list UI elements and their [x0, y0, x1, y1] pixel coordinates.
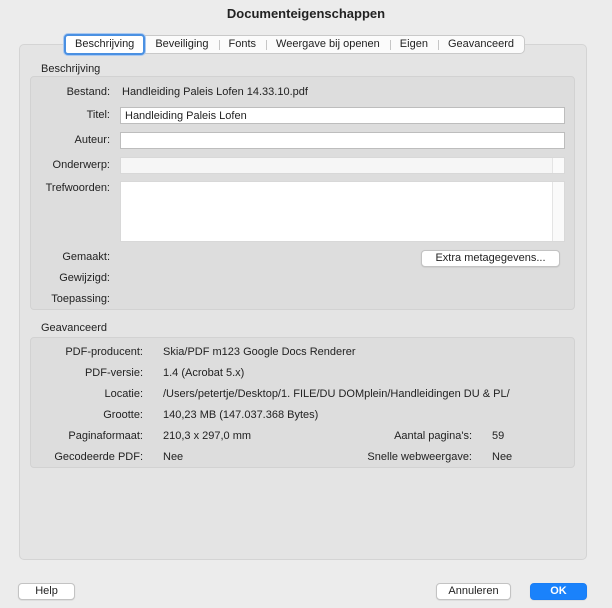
location-value: /Users/petertje/Desktop/1. FILE/DU DOMpl… — [163, 388, 510, 400]
page-count-label: Aantal pagina's: — [394, 430, 472, 442]
advanced-section-title: Geavanceerd — [41, 322, 108, 334]
extra-metadata-button[interactable]: Extra metagegevens... — [421, 250, 560, 267]
size-value: 140,23 MB (147.037.368 Bytes) — [163, 409, 319, 421]
tab-geavanceerd[interactable]: Geavanceerd — [437, 36, 524, 53]
subject-label: Onderwerp: — [52, 159, 110, 171]
page-format-value: 210,3 x 297,0 mm — [163, 430, 252, 442]
title-field[interactable] — [120, 107, 565, 124]
ok-button[interactable]: OK — [530, 583, 587, 600]
version-label: PDF-versie: — [84, 367, 143, 379]
file-value: Handleiding Paleis Lofen 14.33.10.pdf — [122, 86, 308, 98]
fast-web-view-label: Snelle webweergave: — [367, 451, 472, 463]
producer-value: Skia/PDF m123 Google Docs Renderer — [163, 346, 356, 358]
tab-eigen[interactable]: Eigen — [389, 36, 438, 53]
subject-scrollbar[interactable] — [552, 158, 564, 173]
tab-weergave-bij-openen[interactable]: Weergave bij openen — [266, 36, 390, 53]
keywords-textarea[interactable] — [120, 181, 565, 242]
help-button[interactable]: Help — [18, 583, 75, 600]
modified-label: Gewijzigd: — [59, 272, 110, 284]
subject-field[interactable] — [120, 157, 565, 174]
description-section-title: Beschrijving — [41, 63, 101, 75]
page-count-value: 59 — [492, 430, 505, 442]
file-label: Bestand: — [66, 86, 110, 98]
tab-beschrijving[interactable]: Beschrijving — [64, 34, 146, 55]
author-label: Auteur: — [74, 134, 110, 146]
tagged-pdf-label: Gecodeerde PDF: — [54, 451, 143, 463]
tab-fonts[interactable]: Fonts — [218, 36, 267, 53]
author-field[interactable] — [120, 132, 565, 149]
fast-web-view-value: Nee — [492, 451, 513, 463]
tab-bar: Beschrijving Beveiliging Fonts Weergave … — [64, 34, 525, 55]
size-label: Grootte: — [103, 409, 143, 421]
title-label: Titel: — [86, 109, 110, 121]
tab-beveiliging[interactable]: Beveiliging — [145, 36, 218, 53]
tagged-pdf-value: Nee — [163, 451, 184, 463]
application-label: Toepassing: — [51, 293, 110, 305]
created-label: Gemaakt: — [62, 251, 110, 263]
location-label: Locatie: — [104, 388, 143, 400]
page-format-label: Paginaformaat: — [68, 430, 143, 442]
version-value: 1.4 (Acrobat 5.x) — [163, 367, 245, 379]
keywords-label: Trefwoorden: — [45, 182, 110, 194]
keywords-scrollbar[interactable] — [552, 182, 564, 241]
window-title: Documenteigenschappen — [226, 6, 386, 21]
cancel-button[interactable]: Annuleren — [436, 583, 511, 600]
producer-label: PDF-producent: — [65, 346, 143, 358]
